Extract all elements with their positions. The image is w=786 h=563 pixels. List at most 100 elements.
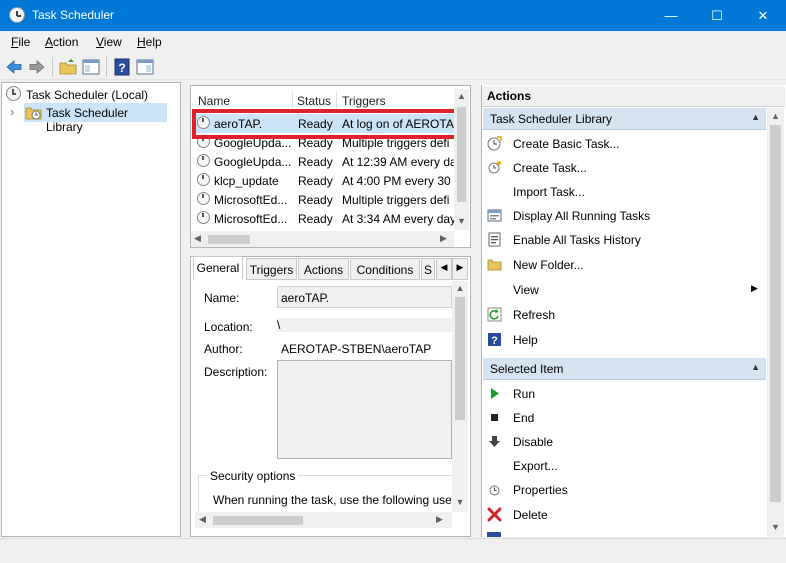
author-label: Author: — [204, 342, 243, 356]
scroll-down-icon[interactable]: ▼ — [767, 522, 784, 532]
scroll-down-icon[interactable]: ▼ — [454, 216, 469, 226]
section-selected-item[interactable]: Selected Item ▲ — [483, 358, 766, 380]
scroll-up-icon[interactable]: ▲ — [452, 283, 468, 293]
task-status: Ready — [298, 193, 333, 207]
run-icon — [491, 388, 499, 399]
tree-item-task-scheduler-local[interactable]: Task Scheduler (Local) — [26, 88, 148, 102]
column-separator — [336, 91, 337, 108]
collapse-caret-icon[interactable]: ▲ — [751, 362, 760, 372]
details-vertical-scrollbar[interactable]: ▲ ▼ — [452, 281, 468, 512]
menu-help[interactable]: Help — [137, 35, 162, 49]
action-enable-tasks-history[interactable]: Enable All Tasks History — [485, 228, 763, 252]
properties-icon — [489, 485, 500, 496]
location-value: \ — [277, 318, 452, 332]
action-new-folder[interactable]: New Folder... — [485, 253, 763, 277]
name-field[interactable]: aeroTAP. — [277, 286, 452, 308]
disable-icon — [489, 436, 500, 447]
action-create-basic-task[interactable]: Create Basic Task... — [485, 132, 763, 156]
action-import-task[interactable]: Import Task... — [485, 180, 763, 204]
table-row[interactable]: GoogleUpda... Ready At 12:39 AM every da — [194, 152, 456, 171]
action-properties[interactable]: Properties — [485, 478, 763, 502]
tab-general[interactable]: General — [193, 256, 243, 280]
scroll-down-icon[interactable]: ▼ — [452, 497, 468, 507]
scrollbar-thumb[interactable] — [208, 235, 250, 244]
minimize-button[interactable]: — — [648, 0, 694, 31]
end-icon — [491, 414, 498, 421]
tab-triggers[interactable]: Triggers — [246, 258, 297, 280]
column-header-status[interactable]: Status — [297, 94, 331, 108]
scroll-up-icon[interactable]: ▲ — [454, 91, 469, 101]
help-icon[interactable]: ? — [113, 58, 131, 76]
action-refresh[interactable]: Refresh — [485, 303, 763, 327]
action-delete[interactable]: Delete — [485, 503, 763, 527]
task-trigger: At 3:34 AM every day — [342, 212, 454, 226]
back-arrow-icon[interactable] — [5, 58, 23, 76]
menu-view[interactable]: View — [96, 35, 122, 49]
action-help[interactable]: ? Help — [485, 328, 763, 352]
up-folder-icon[interactable] — [59, 58, 77, 76]
task-list-horizontal-scrollbar[interactable]: ◀ ▶ — [191, 231, 454, 247]
tab-settings[interactable]: S — [421, 258, 435, 280]
description-field[interactable] — [277, 360, 452, 459]
action-export[interactable]: Export... — [485, 454, 763, 478]
show-hide-console-tree-icon[interactable] — [82, 58, 100, 76]
scrollbar-thumb[interactable] — [213, 516, 303, 525]
section-label: Task Scheduler Library — [490, 112, 613, 126]
column-header-name[interactable]: Name — [198, 94, 230, 108]
description-label: Description: — [204, 365, 268, 379]
maximize-button[interactable]: ☐ — [694, 0, 740, 31]
section-task-scheduler-library[interactable]: Task Scheduler Library ▲ — [483, 108, 766, 130]
table-row[interactable]: MicrosoftEd... Ready Multiple triggers d… — [194, 190, 456, 209]
scroll-right-icon[interactable]: ▶ — [440, 233, 447, 244]
show-hide-action-pane-icon[interactable] — [136, 58, 154, 76]
action-end[interactable]: End — [485, 406, 763, 430]
task-status: Ready — [298, 155, 333, 169]
status-bar — [0, 538, 786, 563]
security-options-label: Security options — [207, 469, 299, 483]
task-icon — [197, 154, 210, 167]
table-row[interactable]: klcp_update Ready At 4:00 PM every 30 c — [194, 171, 456, 190]
clock-icon — [6, 86, 21, 101]
task-name: GoogleUpda... — [214, 155, 292, 169]
scrollbar-thumb[interactable] — [455, 297, 465, 420]
red-highlight-box — [192, 109, 463, 139]
column-header-triggers[interactable]: Triggers — [342, 94, 386, 108]
forward-arrow-icon[interactable] — [28, 58, 46, 76]
task-icon — [197, 192, 210, 205]
tab-actions[interactable]: Actions — [298, 258, 349, 280]
action-run[interactable]: Run — [485, 382, 763, 406]
action-display-running-tasks[interactable]: Display All Running Tasks — [485, 204, 763, 228]
details-horizontal-scrollbar[interactable]: ◀ ▶ — [195, 512, 452, 528]
scroll-left-icon[interactable]: ◀ — [199, 514, 206, 525]
action-create-task[interactable]: Create Task... — [485, 156, 763, 180]
action-disable[interactable]: Disable — [485, 430, 763, 454]
scroll-left-icon[interactable]: ◀ — [194, 233, 201, 244]
menu-action[interactable]: Action — [45, 35, 78, 49]
author-value: AEROTAP-STBEN\aeroTAP — [281, 342, 432, 356]
security-options-text: When running the task, use the following… — [213, 493, 451, 507]
action-view[interactable]: View ▶ — [485, 278, 763, 302]
folder-clock-icon — [25, 107, 42, 120]
scrollbar-thumb[interactable] — [457, 107, 466, 202]
menu-file[interactable]: File — [11, 35, 30, 49]
scroll-right-icon[interactable]: ▶ — [436, 514, 443, 525]
table-row[interactable]: MicrosoftEd... Ready At 3:34 AM every da… — [194, 209, 456, 228]
tab-conditions[interactable]: Conditions — [350, 258, 420, 280]
create-basic-task-icon — [487, 136, 502, 151]
actions-title: Actions — [487, 89, 532, 103]
close-button[interactable]: ✕ — [740, 0, 786, 31]
tree-item-task-scheduler-library[interactable]: Task Scheduler Library — [24, 103, 167, 134]
task-list-vertical-scrollbar[interactable]: ▲ ▼ — [454, 89, 469, 230]
console-tree — [1, 82, 181, 537]
running-tasks-icon — [487, 209, 502, 222]
history-icon — [488, 232, 501, 247]
actions-vertical-scrollbar[interactable]: ▲ ▼ — [767, 108, 784, 537]
task-trigger: At 4:00 PM every 30 c — [342, 174, 454, 188]
collapse-caret-icon[interactable]: ▲ — [751, 112, 760, 122]
tree-expander-icon[interactable]: › — [10, 104, 14, 119]
scroll-up-icon[interactable]: ▲ — [767, 111, 784, 121]
create-task-icon — [488, 161, 501, 174]
tab-scroll-right-icon[interactable]: ▶ — [452, 258, 468, 280]
tab-scroll-left-icon[interactable]: ◀ — [436, 258, 452, 280]
scrollbar-thumb[interactable] — [770, 125, 781, 502]
